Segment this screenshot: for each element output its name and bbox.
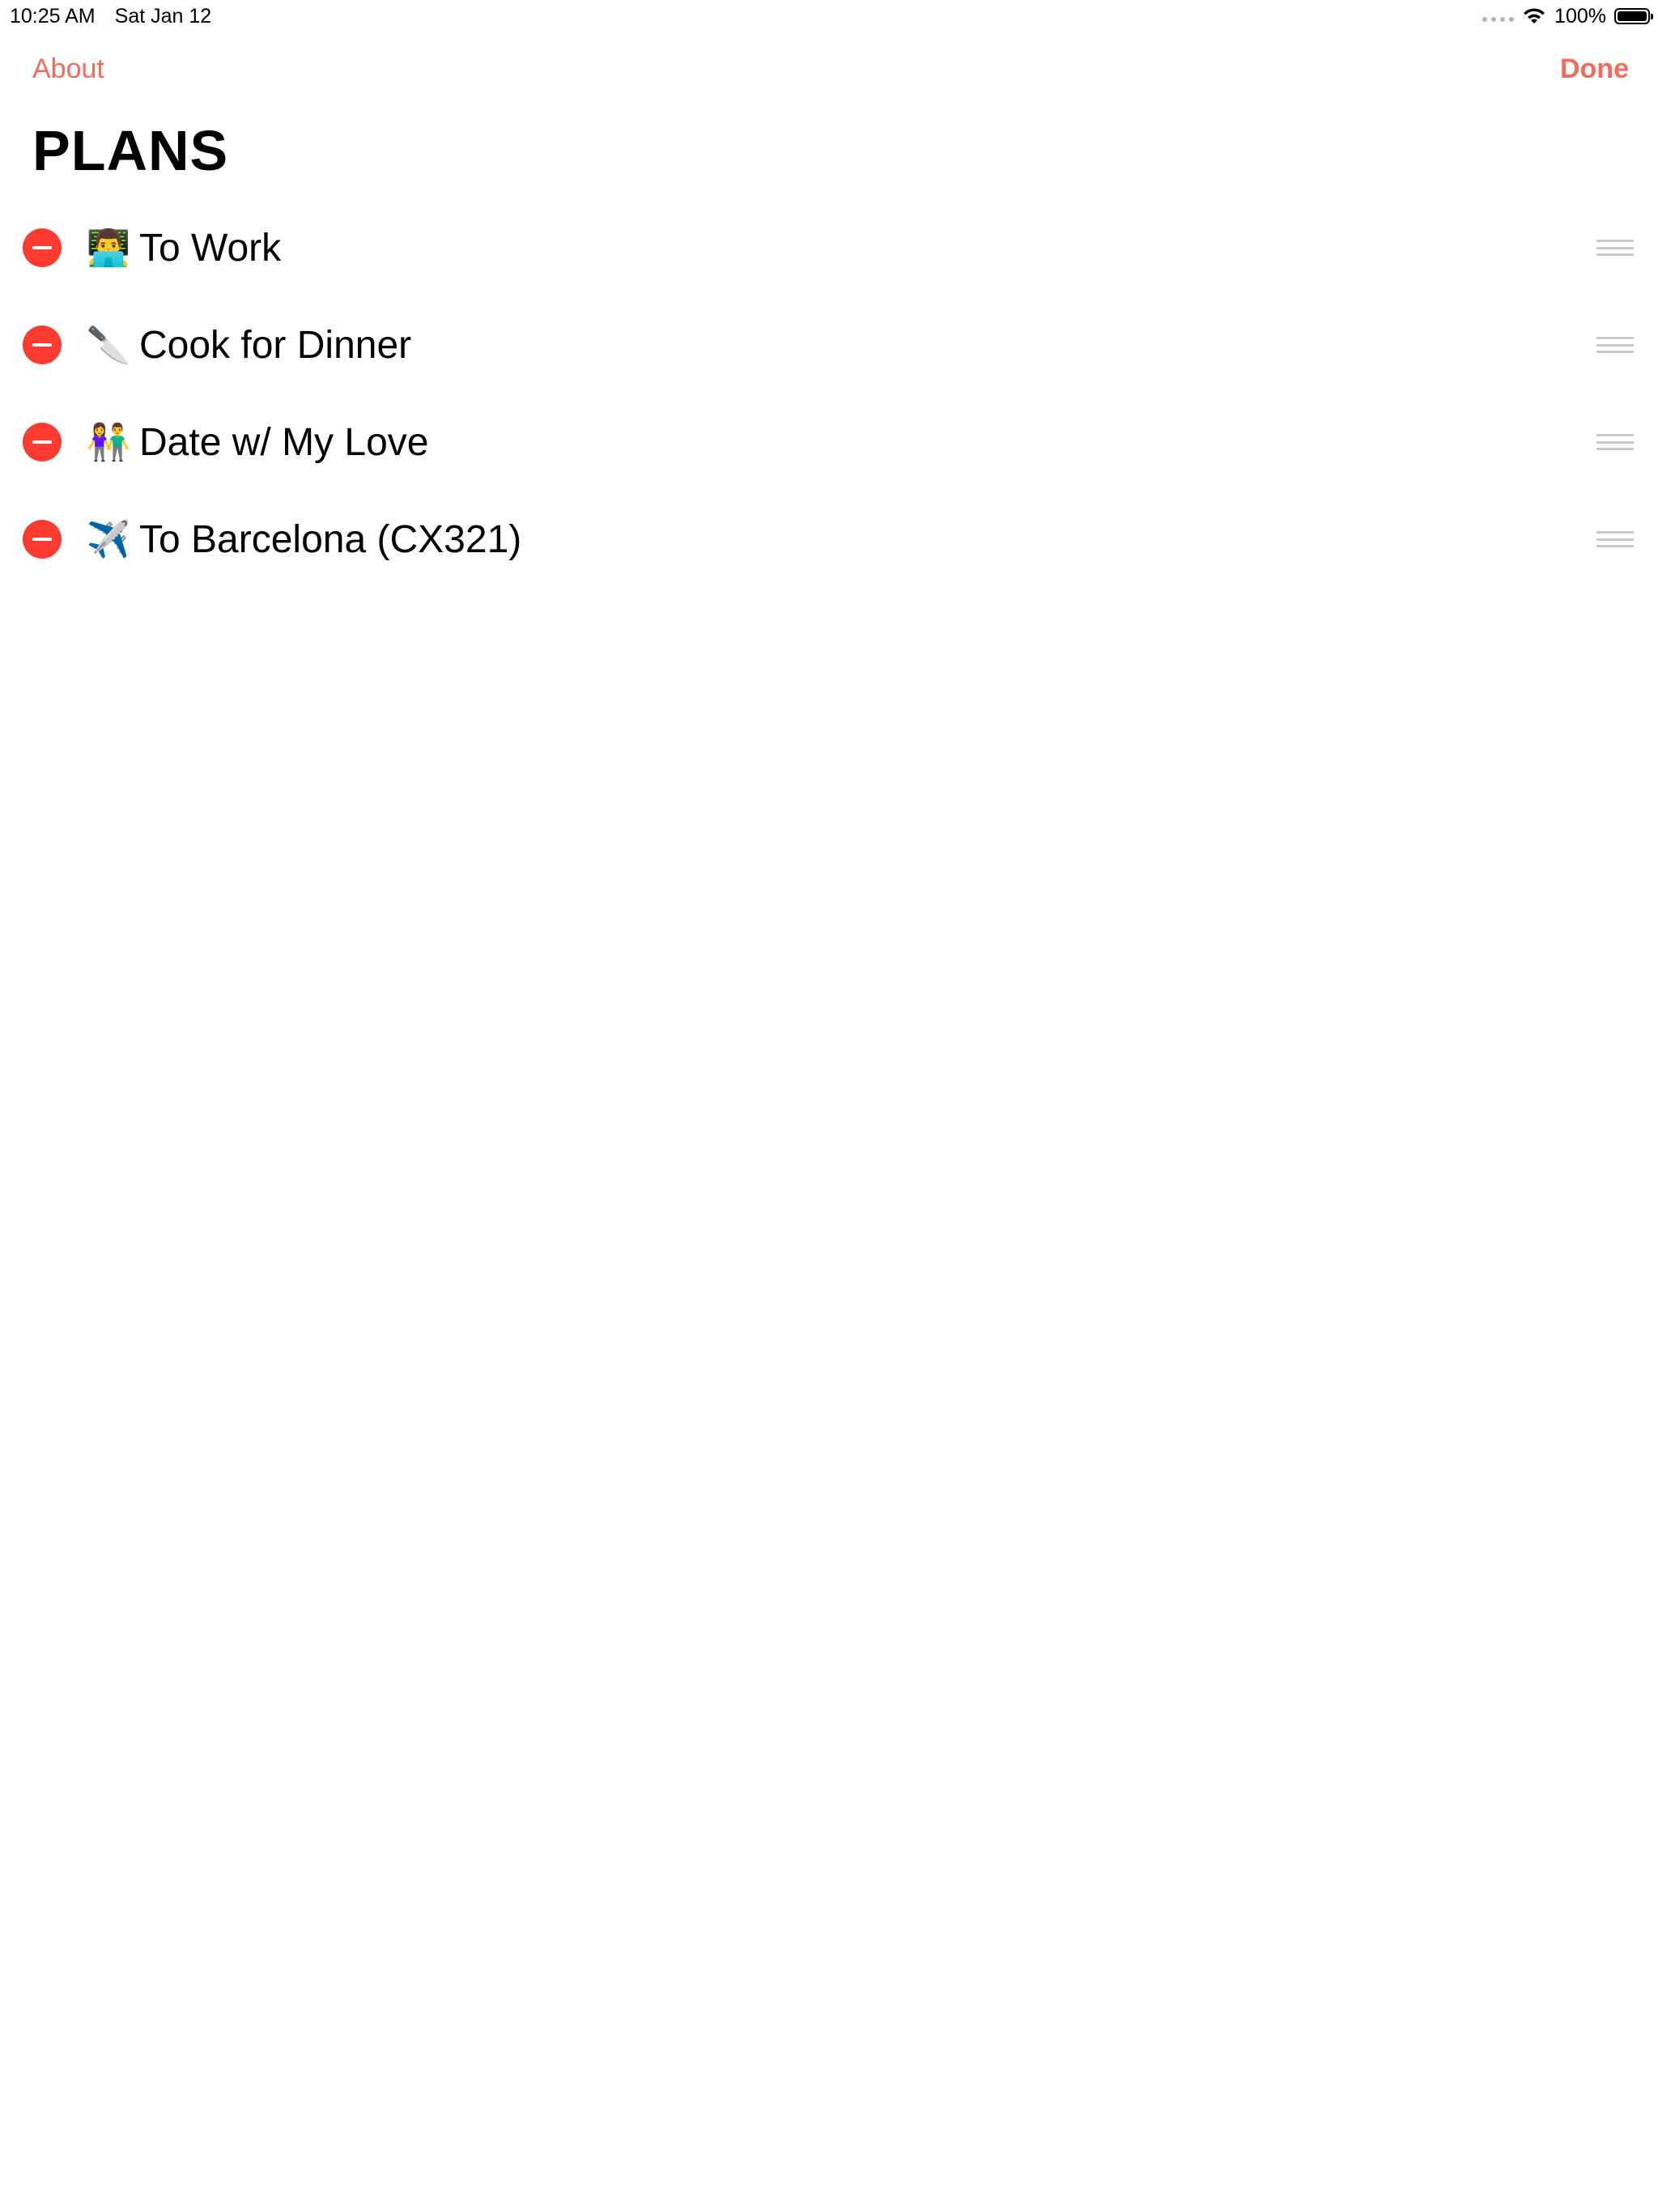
done-button[interactable]: Done [1560, 53, 1629, 85]
status-left: 10:25 AM Sat Jan 12 [10, 0, 211, 32]
minus-icon [32, 440, 52, 444]
status-bar: 10:25 AM Sat Jan 12 100% [0, 0, 1658, 32]
battery-icon [1614, 8, 1653, 24]
delete-button[interactable] [23, 423, 62, 462]
battery-percent: 100% [1554, 5, 1606, 28]
plan-row[interactable]: 👨‍💻 To Work [0, 199, 1658, 296]
battery-level [1618, 11, 1647, 21]
plan-row[interactable]: 🔪 Cook for Dinner [0, 296, 1658, 393]
page-title: PLANS [32, 119, 229, 182]
delete-button[interactable] [23, 520, 62, 559]
plan-label: To Barcelona (CX321) [139, 517, 522, 561]
plan-emoji-icon: 🔪 [86, 325, 131, 365]
plan-emoji-icon: 👫 [86, 423, 131, 462]
reorder-handle-icon[interactable] [1596, 337, 1634, 353]
status-right: 100% [1482, 0, 1653, 32]
plan-label: To Work [139, 226, 282, 270]
delete-button[interactable] [23, 228, 62, 267]
plan-row[interactable]: 👫 Date w/ My Love [0, 393, 1658, 491]
plan-label: Cook for Dinner [139, 323, 412, 367]
plan-emoji-icon: ✈️ [86, 520, 131, 559]
about-button[interactable]: About [32, 53, 104, 85]
reorder-handle-icon[interactable] [1596, 240, 1634, 256]
plan-row[interactable]: ✈️ To Barcelona (CX321) [0, 491, 1658, 588]
status-time: 10:25 AM [10, 5, 96, 28]
wifi-icon [1524, 8, 1545, 23]
reorder-handle-icon[interactable] [1596, 434, 1634, 450]
minus-icon [32, 538, 52, 541]
plan-list: 👨‍💻 To Work 🔪 Cook for Dinner 👫 Date w/ … [0, 199, 1658, 588]
minus-icon [32, 246, 52, 249]
status-date: Sat Jan 12 [114, 5, 212, 28]
plans-screen: 10:25 AM Sat Jan 12 100% About Done PLAN… [0, 0, 1658, 2212]
delete-button[interactable] [23, 325, 62, 364]
minus-icon [32, 343, 52, 347]
plan-label: Date w/ My Love [139, 420, 429, 464]
signal-dots-icon [1482, 17, 1515, 22]
reorder-handle-icon[interactable] [1596, 531, 1634, 547]
plan-emoji-icon: 👨‍💻 [86, 228, 131, 268]
